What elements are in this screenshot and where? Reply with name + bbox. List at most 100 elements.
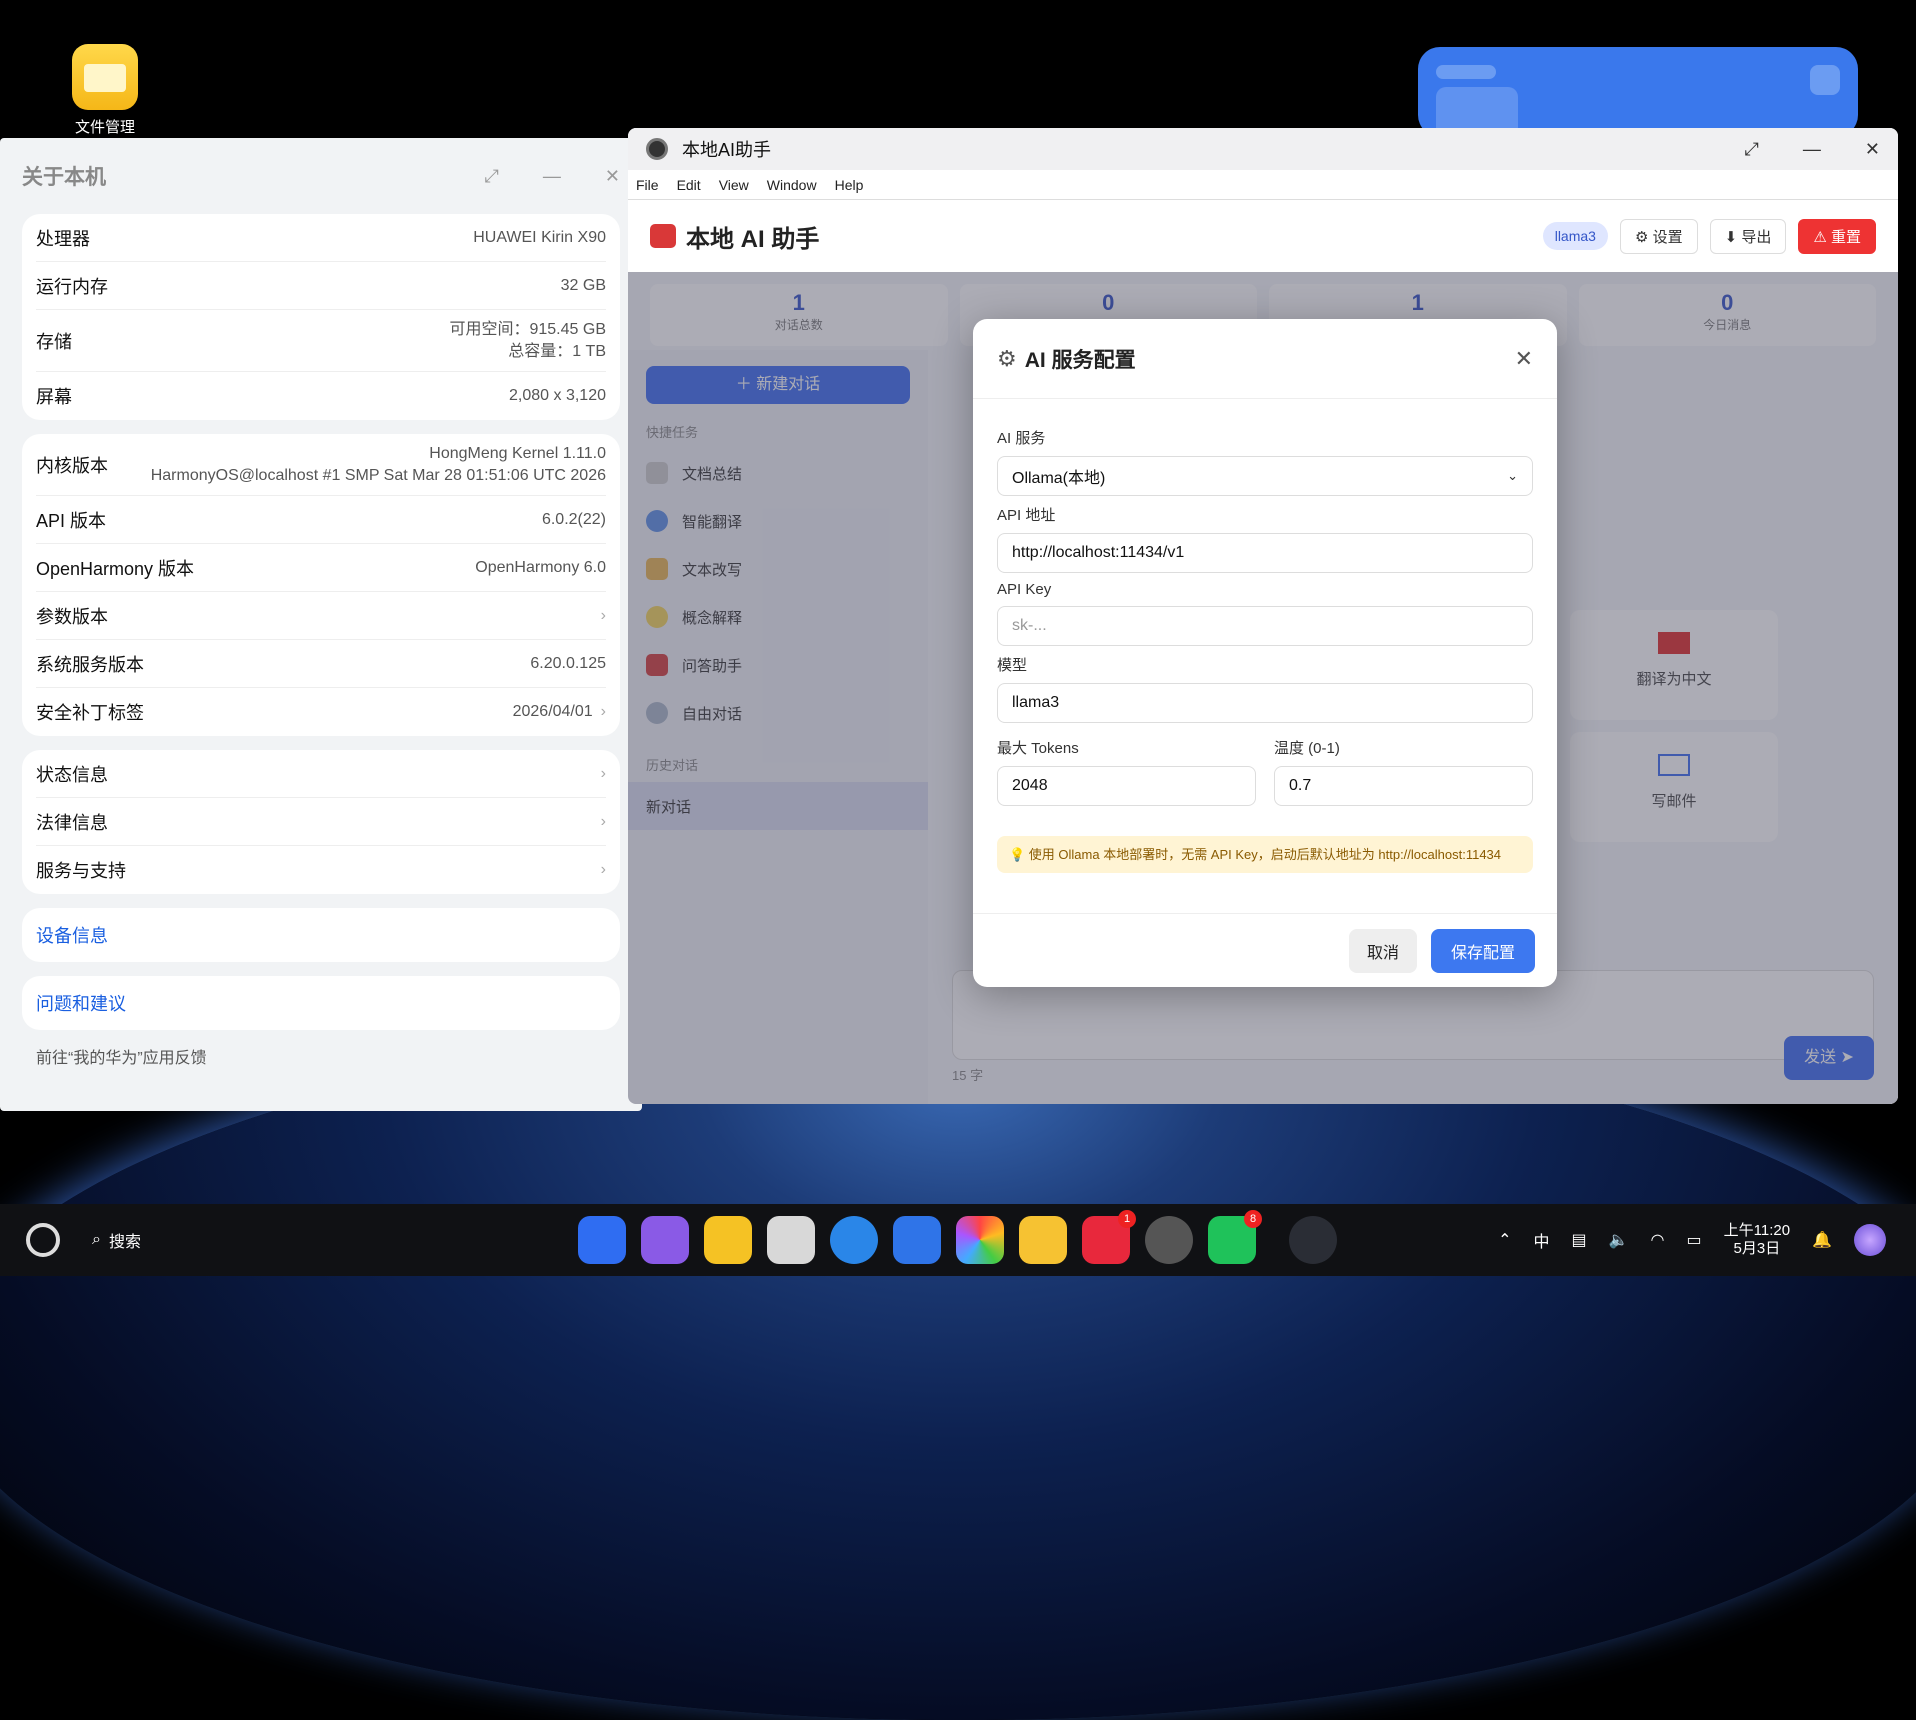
row-label: 存储 <box>36 331 72 352</box>
desktop-icon-file-manager[interactable]: 文件管理 <box>52 44 158 137</box>
maximize-icon[interactable]: ⤢ <box>1745 139 1759 160</box>
app-gallery-icon[interactable]: 1 <box>1082 1210 1136 1264</box>
feedback-link[interactable]: 问题和建议 <box>36 990 126 1016</box>
chevron-right-icon: › <box>600 703 606 720</box>
notification-badge: 8 <box>1244 1210 1262 1228</box>
row-value: 6.0.2(22) <box>541 510 606 528</box>
row-label: 法律信息 <box>36 812 108 833</box>
row-value: 2,080 x 3,120 <box>509 387 606 404</box>
chevron-right-icon: › <box>600 861 606 878</box>
feedback-card[interactable]: 问题和建议 <box>22 976 620 1030</box>
reset-button[interactable]: ⚠ 重置 <box>1798 218 1876 254</box>
warning-icon: ⚠ <box>1813 228 1831 246</box>
folder-icon <box>72 44 138 110</box>
kernel-build: HarmonyOS@localhost #1 SMP Sat Mar 28 01… <box>150 466 606 484</box>
row-label: 状态信息 <box>36 764 108 785</box>
security-patch-row[interactable]: 安全补丁标签 2026/04/01 › <box>36 688 606 736</box>
row-value: HUAWEI Kirin X90 <box>473 228 606 246</box>
field-label: AI 服务 <box>997 430 1046 447</box>
legal-info-row[interactable]: 法律信息 › <box>36 798 606 846</box>
close-icon[interactable]: ✕ <box>605 166 620 187</box>
browser-icon[interactable] <box>830 1216 878 1264</box>
menu-window[interactable]: Window <box>767 177 817 193</box>
cancel-button[interactable]: 取消 <box>1348 928 1417 973</box>
chevron-right-icon: › <box>600 764 606 782</box>
service-select[interactable]: Ollama(本地) ⌄ <box>997 456 1533 496</box>
widget-card[interactable] <box>1418 47 1858 137</box>
wechat-icon[interactable]: 8 <box>1208 1210 1262 1264</box>
photos-icon[interactable] <box>956 1216 1004 1264</box>
info-card: 状态信息 › 法律信息 › 服务与支持 › <box>22 750 620 894</box>
menu-view[interactable]: View <box>719 177 749 193</box>
window-title: 本地AI助手 <box>682 140 772 160</box>
field-label: 模型 <box>997 657 1028 674</box>
chevron-right-icon: › <box>600 606 606 624</box>
taskbar-search[interactable]: ⌕ 搜索 <box>92 1228 141 1252</box>
save-config-button[interactable]: 保存配置 <box>1430 928 1535 973</box>
settings-button[interactable]: ⚙ 设置 <box>1619 218 1698 254</box>
row-label: 内核版本 <box>36 455 108 476</box>
menu-help[interactable]: Help <box>835 177 864 193</box>
file-manager-icon[interactable] <box>704 1216 752 1264</box>
button-label: 导出 <box>1741 228 1772 246</box>
minimize-icon[interactable]: — <box>1803 139 1821 160</box>
param-version-row[interactable]: 参数版本 › <box>36 592 606 640</box>
select-value: Ollama(本地) <box>1012 470 1106 487</box>
chevron-down-icon: ⌄ <box>1507 468 1518 483</box>
mail-icon[interactable] <box>893 1216 941 1264</box>
input-method-indicator[interactable]: 中 <box>1533 1228 1549 1252</box>
software-card: 内核版本 HongMeng Kernel 1.11.0 HarmonyOS@loca… <box>22 434 620 736</box>
status-info-row[interactable]: 状态信息 › <box>36 750 606 798</box>
about-device-window: 关于本机 ⤢ — ✕ 处理器 HUAWEI Kirin X90 运行内存 32 GB… <box>0 138 642 1111</box>
settings-icon[interactable] <box>1145 1216 1193 1264</box>
kernel-version: HongMeng Kernel 1.11.0 <box>429 444 606 462</box>
search-label: 搜索 <box>108 1234 141 1251</box>
chevron-up-icon[interactable]: ⌃ <box>1498 1230 1511 1250</box>
field-label: API Key <box>997 581 1052 598</box>
menu-file[interactable]: File <box>636 177 659 193</box>
row-label: 系统服务版本 <box>36 654 144 675</box>
assistant-icon[interactable] <box>1854 1224 1886 1256</box>
minimize-icon[interactable]: — <box>543 166 561 187</box>
close-icon[interactable]: ✕ <box>1865 139 1880 160</box>
start-button[interactable] <box>26 1223 60 1257</box>
maximize-icon[interactable]: ⤢ <box>485 166 499 187</box>
wifi-icon[interactable]: ◠ <box>1651 1230 1665 1250</box>
temperature-input[interactable]: 0.7 <box>1274 766 1533 806</box>
app-launcher-icon[interactable] <box>578 1216 626 1264</box>
service-support-row[interactable]: 服务与支持 › <box>36 846 606 894</box>
device-info-card[interactable]: 设备信息 <box>22 908 620 962</box>
notification-badge: 1 <box>1118 1210 1136 1228</box>
button-label: 重置 <box>1830 228 1861 246</box>
row-value: 可用空间：915.45 GB 总容量：1 TB <box>449 319 606 363</box>
trash-icon[interactable] <box>767 1216 815 1264</box>
battery-icon[interactable]: ▭ <box>1687 1230 1702 1250</box>
row-label: 参数版本 <box>36 606 108 627</box>
field-label: API 地址 <box>997 507 1056 524</box>
multitask-icon[interactable] <box>641 1216 689 1264</box>
device-info-link[interactable]: 设备信息 <box>36 922 108 948</box>
model-input[interactable]: llama3 <box>997 683 1533 723</box>
input-value: http://localhost:11434/v1 <box>1012 544 1185 561</box>
search-icon: ⌕ <box>92 1231 101 1248</box>
menu-edit[interactable]: Edit <box>677 177 701 193</box>
api-key-input[interactable]: sk-... <box>997 606 1533 646</box>
input-value: 0.7 <box>1289 777 1312 794</box>
clipboard-icon[interactable]: ▤ <box>1572 1230 1587 1250</box>
ollama-tip: 💡 使用 Ollama 本地部署时，无需 API Key，启动后默认地址为 ht… <box>997 836 1533 873</box>
notes-icon[interactable] <box>1019 1216 1067 1264</box>
electron-app-icon[interactable] <box>1289 1216 1337 1264</box>
export-button[interactable]: ⬇ 导出 <box>1709 218 1787 254</box>
app-header-title: 本地 AI 助手 <box>686 225 820 253</box>
bell-icon[interactable]: 🔔 <box>1812 1230 1832 1250</box>
max-tokens-input[interactable]: 2048 <box>997 766 1256 806</box>
clock[interactable]: 上午11:20 5月3日 <box>1724 1222 1790 1258</box>
clock-date: 5月3日 <box>1733 1240 1781 1257</box>
api-url-input[interactable]: http://localhost:11434/v1 <box>997 533 1533 573</box>
row-value: OpenHarmony 6.0 <box>475 558 606 576</box>
volume-icon[interactable]: 🔈 <box>1609 1230 1629 1250</box>
desktop-icon-label: 文件管理 <box>74 119 135 136</box>
gear-icon: ⚙ <box>1634 228 1653 246</box>
close-icon[interactable]: ✕ <box>1515 346 1533 372</box>
menu-bar: File Edit View Window Help <box>628 170 1898 200</box>
